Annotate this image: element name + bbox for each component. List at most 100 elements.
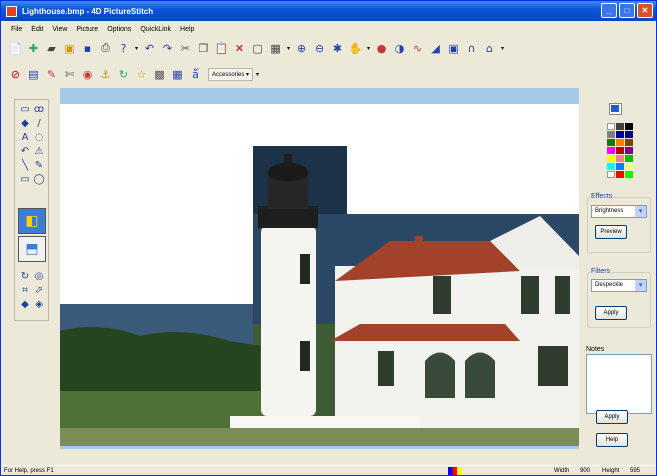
magic-wand-icon[interactable]: ◌ <box>32 131 46 144</box>
help-button[interactable]: Help <box>596 433 628 447</box>
color-swatch[interactable] <box>625 163 633 170</box>
paint-icon[interactable]: ✎ <box>43 66 60 83</box>
crop-icon[interactable]: ▢ <box>249 40 266 57</box>
redo-icon[interactable]: ↷ <box>159 40 176 57</box>
filters-select[interactable]: Despeckle ▾ <box>591 279 647 292</box>
notes-apply-button[interactable]: Apply <box>596 410 628 424</box>
accessories-button[interactable]: Accessories ▾ <box>208 67 254 81</box>
help-pointer-icon[interactable]: ? <box>115 40 132 57</box>
image-icon[interactable]: ▤ <box>25 66 42 83</box>
color-swatch[interactable] <box>625 123 633 130</box>
zoom-in-icon[interactable]: ⊕ <box>293 40 310 57</box>
line-icon[interactable]: ╲ <box>18 159 32 172</box>
menu-view[interactable]: View <box>52 26 67 33</box>
close-button[interactable]: ✕ <box>637 3 653 18</box>
effects-select[interactable]: Brightness ▾ <box>591 205 647 218</box>
menu-file[interactable]: File <box>11 26 22 33</box>
star-icon[interactable]: ☆ <box>133 66 150 83</box>
scan-icon[interactable]: ▰ <box>43 40 60 57</box>
brush-icon[interactable]: / <box>32 117 46 130</box>
chevron-down-icon[interactable]: ▾ <box>635 280 646 291</box>
menu-quicklink[interactable]: QuickLink <box>140 26 171 33</box>
menu-help[interactable]: Help <box>180 26 194 33</box>
color-swatch[interactable] <box>607 147 615 154</box>
fill-icon[interactable]: ⚠ <box>32 145 46 158</box>
rotate-tool-icon[interactable]: ↻ <box>18 270 32 283</box>
toolbar-dropdown-icon[interactable]: ▾ <box>367 45 370 52</box>
camera-icon[interactable]: ▣ <box>61 40 78 57</box>
arch-icon[interactable]: ∩ <box>463 40 480 57</box>
chevron-down-icon[interactable]: ▾ <box>635 206 646 217</box>
menu-picture[interactable]: Picture <box>76 26 98 33</box>
save-icon[interactable]: ▪ <box>79 40 96 57</box>
pencil-icon[interactable]: ✎ <box>32 159 46 172</box>
color-swatch[interactable] <box>625 155 633 162</box>
undo-icon[interactable]: ↶ <box>141 40 158 57</box>
color-icon[interactable]: ● <box>373 40 390 57</box>
cut-icon[interactable]: ✂ <box>177 40 194 57</box>
color-swatch[interactable] <box>625 171 633 178</box>
ellipse-icon[interactable]: ◯ <box>32 173 46 186</box>
copy-icon[interactable]: ❐ <box>195 40 212 57</box>
dropper-icon[interactable]: ↶ <box>18 145 32 158</box>
toolbar-dropdown-icon[interactable]: ▾ <box>287 45 290 52</box>
toolbar-dropdown-icon[interactable]: ▾ <box>256 71 259 78</box>
waveform-icon[interactable]: ∿ <box>409 40 426 57</box>
new-icon[interactable]: 📄 <box>7 40 24 57</box>
lasso-icon[interactable]: ꝏ <box>32 103 46 116</box>
color-swatch[interactable] <box>616 131 624 138</box>
layer-tool-icon[interactable]: ◧ <box>18 208 46 234</box>
hand-icon[interactable]: ✋ <box>347 40 364 57</box>
color-swatch[interactable] <box>616 163 624 170</box>
color-swatch[interactable] <box>607 139 615 146</box>
maximize-button[interactable]: □ <box>619 3 635 18</box>
contrast-icon[interactable]: ◑ <box>391 40 408 57</box>
color-swatch[interactable] <box>625 139 633 146</box>
color-swatch[interactable] <box>607 171 615 178</box>
stitch-tool-icon[interactable]: ⬒ <box>18 236 46 262</box>
flip-tool-icon[interactable]: ◎ <box>32 270 46 283</box>
cube-icon[interactable]: ▩ <box>151 66 168 83</box>
rectangle-icon[interactable]: ▭ <box>18 173 32 186</box>
menu-edit[interactable]: Edit <box>31 26 43 33</box>
redeye-icon[interactable]: ⊘ <box>7 66 24 83</box>
text-icon[interactable]: ǻ <box>187 66 204 83</box>
minimize-button[interactable]: _ <box>601 3 617 18</box>
delete-icon[interactable]: ✕ <box>231 40 248 57</box>
color-swatch[interactable] <box>616 171 624 178</box>
scissors-icon[interactable]: ✄ <box>61 66 78 83</box>
color-picker-icon[interactable] <box>609 103 622 115</box>
zoom-fit-icon[interactable]: ✱ <box>329 40 346 57</box>
crop-tool-icon[interactable]: ⌗ <box>18 284 32 297</box>
color-swatch[interactable] <box>616 147 624 154</box>
notes-textarea[interactable] <box>586 354 652 414</box>
menu-options[interactable]: Options <box>107 26 131 33</box>
text-tool-icon[interactable]: A <box>18 131 32 144</box>
color-swatch[interactable] <box>625 147 633 154</box>
perspective-tool-icon[interactable]: ◈ <box>32 298 46 311</box>
grid-icon[interactable]: ▦ <box>267 40 284 57</box>
rect-select-icon[interactable]: ▭ <box>18 103 32 116</box>
eraser-icon[interactable]: ◆ <box>18 117 32 130</box>
globe-icon[interactable]: ◉ <box>79 66 96 83</box>
mirror-tool-icon[interactable]: ◆ <box>18 298 32 311</box>
shape-icon[interactable]: ⌂ <box>481 40 498 57</box>
resize-tool-icon[interactable]: ⬀ <box>32 284 46 297</box>
filters-apply-button[interactable]: Apply <box>595 306 627 320</box>
rotate-icon[interactable]: ↻ <box>115 66 132 83</box>
frame-icon[interactable]: ▣ <box>445 40 462 57</box>
color-swatch[interactable] <box>607 163 615 170</box>
print-icon[interactable]: ⎙ <box>97 40 114 57</box>
color-swatch[interactable] <box>625 131 633 138</box>
toolbar-dropdown-icon[interactable]: ▾ <box>135 45 138 52</box>
anchor-icon[interactable]: ⚓ <box>97 66 114 83</box>
preview-button[interactable]: Preview <box>595 225 627 239</box>
color-swatch[interactable] <box>616 139 624 146</box>
color-swatch[interactable] <box>607 123 615 130</box>
color-swatch[interactable] <box>616 123 624 130</box>
paste-icon[interactable]: 📋 <box>213 40 230 57</box>
mosaic-icon[interactable]: ▦ <box>169 66 186 83</box>
color-swatch[interactable] <box>616 155 624 162</box>
color-swatch[interactable] <box>607 131 615 138</box>
color-swatch[interactable] <box>607 155 615 162</box>
